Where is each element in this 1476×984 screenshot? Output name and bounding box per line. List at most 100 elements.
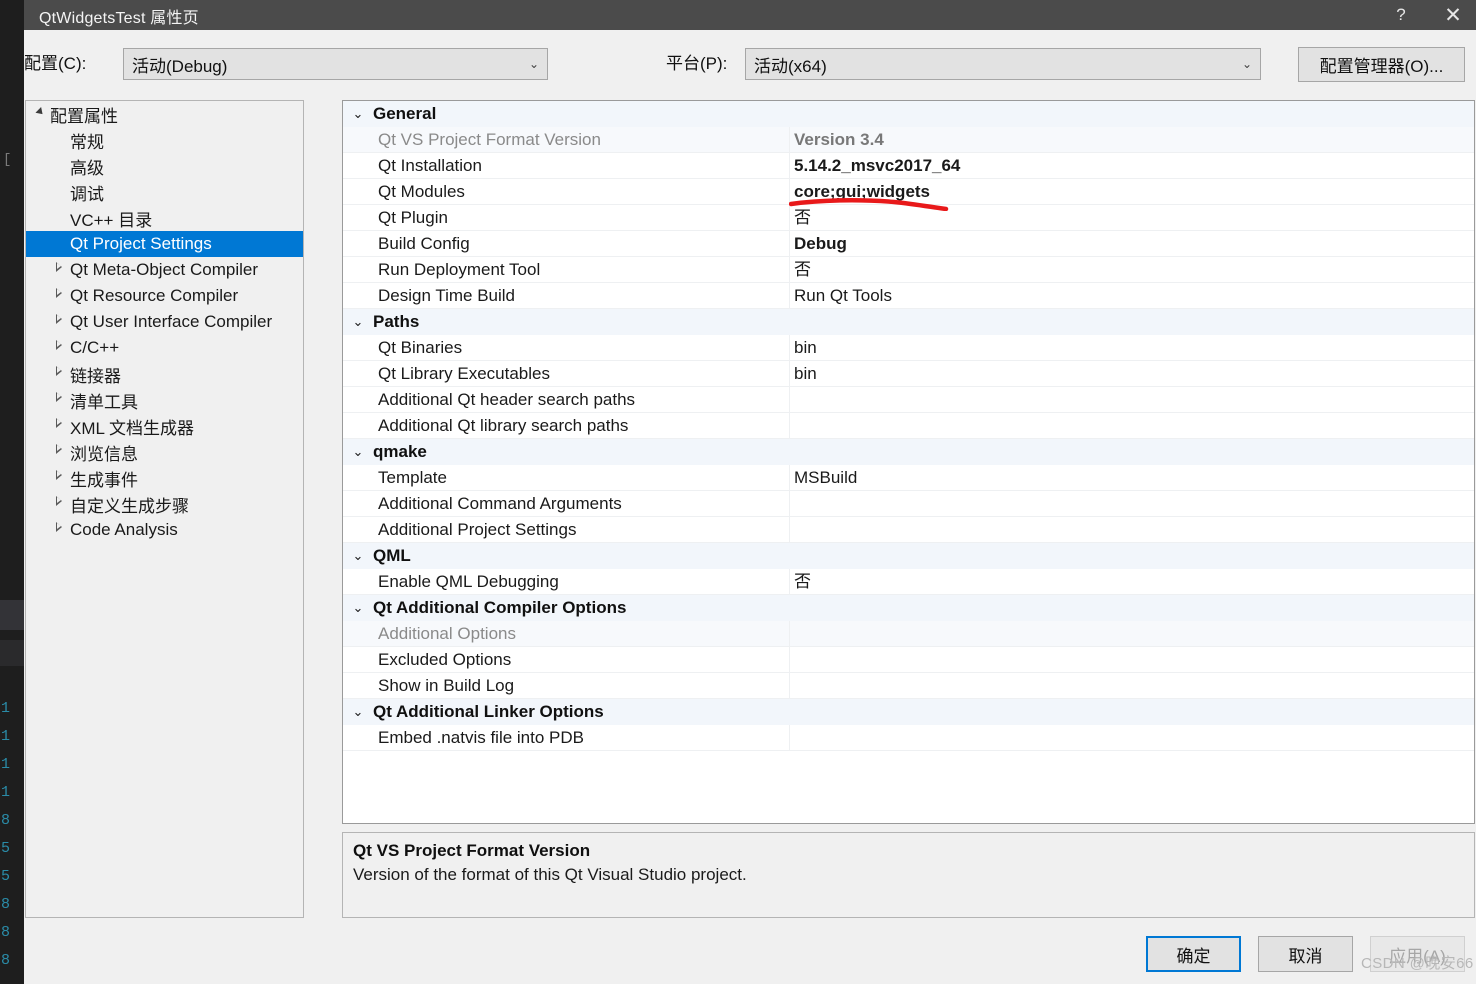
grid-property-row[interactable]: Embed .natvis file into PDB (343, 724, 1474, 751)
grid-section-header[interactable]: ⌄ QML (343, 543, 1474, 569)
sidebar-item-item-12[interactable]: 浏览信息 (26, 439, 303, 465)
triangle-collapsed-icon[interactable] (48, 517, 70, 543)
grid-property-row[interactable]: Qt Binaries bin (343, 334, 1474, 361)
grid-property-value[interactable] (789, 516, 1474, 543)
chevron-down-icon[interactable]: ⌄ (343, 439, 373, 465)
grid-property-row[interactable]: Build Config Debug (343, 230, 1474, 257)
ok-button[interactable]: 确定 (1146, 936, 1241, 972)
grid-property-value[interactable] (789, 724, 1474, 751)
grid-property-value[interactable]: 否 (789, 256, 1474, 283)
sidebar-item-item-14[interactable]: 自定义生成步骤 (26, 491, 303, 517)
grid-property-name: Qt Library Executables (378, 363, 550, 383)
sidebar-item-item-0[interactable]: 常规 (26, 127, 303, 153)
chevron-down-icon[interactable]: ⌄ (343, 101, 373, 127)
configuration-value: 活动(Debug) (132, 56, 228, 76)
sidebar-item-xml[interactable]: XML 文档生成器 (26, 413, 303, 439)
sidebar-item-qt-resource-compiler[interactable]: Qt Resource Compiler (26, 283, 303, 309)
help-icon[interactable]: ? (1378, 0, 1424, 30)
grid-property-row[interactable]: Qt Library Executables bin (343, 360, 1474, 387)
triangle-collapsed-icon[interactable] (48, 413, 70, 439)
grid-section-header[interactable]: ⌄ qmake (343, 439, 1474, 465)
sidebar-item-code-analysis[interactable]: Code Analysis (26, 517, 303, 543)
grid-property-value[interactable]: core;gui;widgets (789, 178, 1474, 205)
chevron-down-icon[interactable]: ⌄ (343, 309, 373, 335)
tree-item-label: 配置属性 (50, 106, 118, 126)
grid-property-row[interactable]: Enable QML Debugging 否 (343, 568, 1474, 595)
triangle-collapsed-icon[interactable] (48, 439, 70, 465)
sidebar-item-qt-meta-object-compiler[interactable]: Qt Meta-Object Compiler (26, 257, 303, 283)
sidebar-item-item-1[interactable]: 高级 (26, 153, 303, 179)
cancel-button[interactable]: 取消 (1258, 936, 1353, 972)
sidebar-item-qt-project-settings[interactable]: Qt Project Settings (26, 231, 303, 257)
property-grid[interactable]: ⌄ General Qt VS Project Format Version Vers… (342, 100, 1475, 824)
chevron-down-icon[interactable]: ⌄ (343, 543, 373, 569)
grid-property-value[interactable]: 5.14.2_msvc2017_64 (789, 152, 1474, 179)
grid-property-row[interactable]: Additional Command Arguments (343, 490, 1474, 517)
tree-item-label: C/C++ (70, 338, 120, 357)
grid-section-title: Qt Additional Linker Options (373, 702, 604, 721)
grid-property-row[interactable]: Run Deployment Tool 否 (343, 256, 1474, 283)
triangle-collapsed-icon[interactable] (48, 283, 70, 309)
sidebar-item-c-c[interactable]: C/C++ (26, 335, 303, 361)
grid-property-row[interactable]: Qt Installation 5.14.2_msvc2017_64 (343, 152, 1474, 179)
sidebar-item-item-10[interactable]: 清单工具 (26, 387, 303, 413)
grid-property-value[interactable]: Debug (789, 230, 1474, 257)
grid-property-row[interactable]: Template MSBuild (343, 464, 1474, 491)
grid-property-row[interactable]: Qt Plugin 否 (343, 204, 1474, 231)
grid-property-value[interactable]: Run Qt Tools (789, 282, 1474, 309)
close-icon[interactable]: ✕ (1430, 0, 1476, 30)
grid-property-value[interactable]: bin (789, 360, 1474, 387)
grid-property-row[interactable]: Additional Qt library search paths (343, 412, 1474, 439)
grid-property-value[interactable]: 否 (789, 568, 1474, 595)
grid-property-value[interactable] (789, 646, 1474, 673)
triangle-collapsed-icon[interactable] (48, 257, 70, 283)
platform-combobox[interactable]: 活动(x64) ⌄ (745, 48, 1261, 80)
tree-item-label: Qt Meta-Object Compiler (70, 260, 258, 279)
sidebar-item-qt-user-interface-compiler[interactable]: Qt User Interface Compiler (26, 309, 303, 335)
triangle-collapsed-icon[interactable] (48, 465, 70, 491)
grid-property-value[interactable]: bin (789, 334, 1474, 361)
grid-property-row[interactable]: Additional Project Settings (343, 516, 1474, 543)
grid-property-row[interactable]: Excluded Options (343, 646, 1474, 673)
grid-property-row[interactable]: Additional Qt header search paths (343, 386, 1474, 413)
grid-property-value[interactable]: 否 (789, 204, 1474, 231)
grid-property-row[interactable]: Qt Modules core;gui;widgets (343, 178, 1474, 205)
grid-property-row[interactable]: Design Time Build Run Qt Tools (343, 282, 1474, 309)
tree-item-root[interactable]: 配置属性 (26, 101, 303, 127)
tree-item-label: VC++ 目录 (70, 210, 153, 230)
grid-property-name: Additional Qt header search paths (378, 389, 636, 409)
chevron-down-icon[interactable]: ⌄ (343, 595, 373, 621)
grid-property-row[interactable]: Show in Build Log (343, 672, 1474, 699)
grid-property-value[interactable]: Version 3.4 (789, 126, 1474, 153)
gutter-line-number: 1 (1, 784, 11, 801)
triangle-collapsed-icon[interactable] (48, 491, 70, 517)
chevron-down-icon[interactable]: ⌄ (343, 699, 373, 725)
grid-property-value[interactable] (789, 490, 1474, 517)
sidebar-item-vc[interactable]: VC++ 目录 (26, 205, 303, 231)
grid-section-title: Qt Additional Compiler Options (373, 598, 627, 617)
property-tree[interactable]: 配置属性 常规 高级 调试 VC++ 目录 Qt Project Settings Qt M… (25, 100, 304, 918)
grid-property-row[interactable]: Additional Options (343, 620, 1474, 647)
grid-section-header[interactable]: ⌄ General (343, 101, 1474, 127)
triangle-collapsed-icon[interactable] (48, 309, 70, 335)
sidebar-item-item-2[interactable]: 调试 (26, 179, 303, 205)
configuration-manager-button[interactable]: 配置管理器(O)... (1298, 47, 1465, 82)
tree-item-label: Code Analysis (70, 520, 178, 539)
grid-property-row[interactable]: Qt VS Project Format Version Version 3.4 (343, 126, 1474, 153)
grid-section-header[interactable]: ⌄ Paths (343, 309, 1474, 335)
configuration-label: 配置(C): (24, 54, 87, 73)
sidebar-item-item-13[interactable]: 生成事件 (26, 465, 303, 491)
grid-section-header[interactable]: ⌄ Qt Additional Linker Options (343, 699, 1474, 725)
grid-section-header[interactable]: ⌄ Qt Additional Compiler Options (343, 595, 1474, 621)
grid-property-value[interactable] (789, 386, 1474, 413)
configuration-combobox[interactable]: 活动(Debug) ⌄ (123, 48, 548, 80)
grid-property-value[interactable]: MSBuild (789, 464, 1474, 491)
triangle-collapsed-icon[interactable] (48, 387, 70, 413)
triangle-collapsed-icon[interactable] (48, 361, 70, 387)
triangle-collapsed-icon[interactable] (48, 335, 70, 361)
sidebar-item-item-9[interactable]: 链接器 (26, 361, 303, 387)
grid-property-value[interactable] (789, 412, 1474, 439)
grid-property-value[interactable] (789, 672, 1474, 699)
grid-property-value[interactable] (789, 620, 1474, 647)
triangle-expanded-icon[interactable] (28, 101, 50, 127)
